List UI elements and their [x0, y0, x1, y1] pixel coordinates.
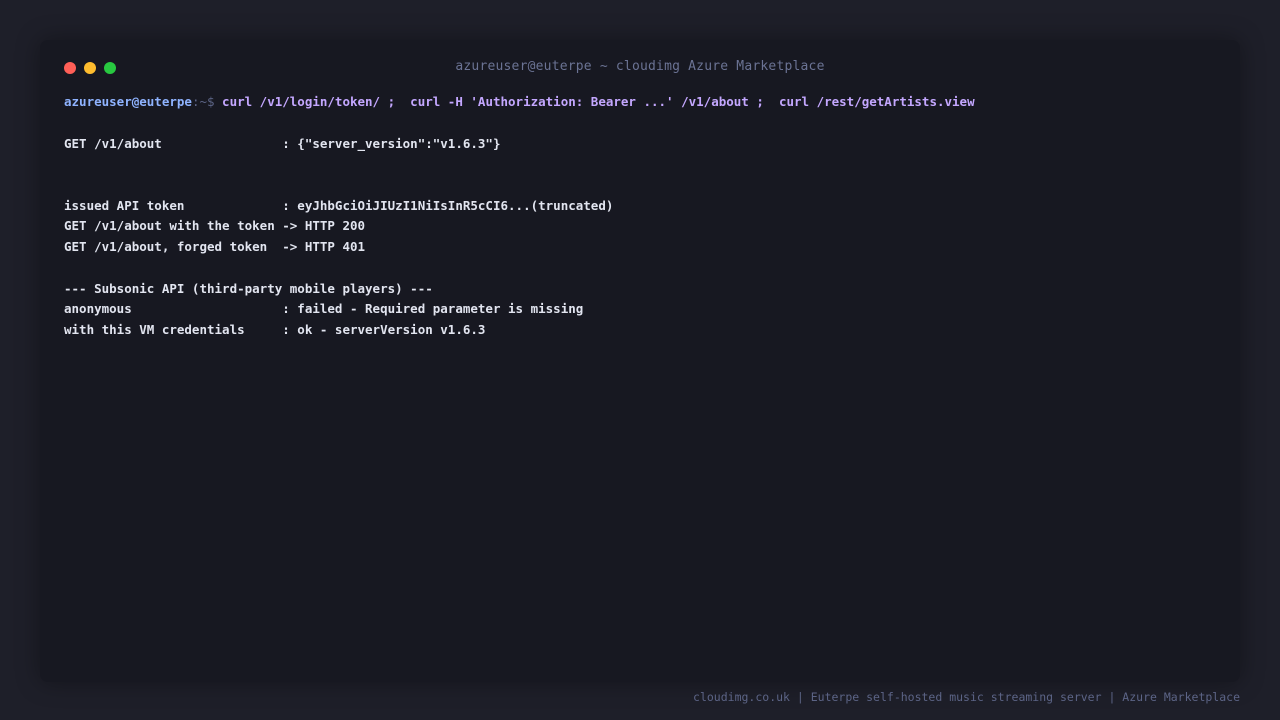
titlebar: azureuser@euterpe ~ cloudimg Azure Marke… [40, 40, 1240, 96]
output-line-token-issued: issued API token : eyJhbGciOiJIUzI1NiIsI… [64, 197, 614, 213]
window-title: azureuser@euterpe ~ cloudimg Azure Marke… [455, 59, 825, 74]
terminal-window: azureuser@euterpe ~ cloudimg Azure Marke… [40, 40, 1240, 682]
output-line-anonymous: anonymous : failed - Required parameter … [64, 301, 584, 317]
terminal-output[interactable]: azureuser@euterpe:~$ curl /v1/login/toke… [64, 92, 1216, 341]
footer-caption: cloudimg.co.uk | Euterpe self-hosted mus… [693, 690, 1240, 704]
output-line-with-credentials: with this VM credentials : ok - serverVe… [64, 321, 486, 337]
output-line-about: GET /v1/about : {"server_version":"v1.6.… [64, 135, 501, 151]
command-prompt-line: azureuser@euterpe:~$ curl /v1/login/toke… [64, 92, 1216, 113]
prompt-command: curl /v1/login/token/ ; curl -H 'Authori… [214, 94, 975, 109]
output-line-about-forged: GET /v1/about, forged token -> HTTP 401 [64, 239, 366, 255]
output-line-subsonic-header: --- Subsonic API (third-party mobile pla… [64, 280, 433, 296]
output-line-about-with-token: GET /v1/about with the token -> HTTP 200 [64, 218, 366, 234]
prompt-path: :~$ [191, 94, 215, 109]
prompt-user: azureuser@euterpe [64, 94, 192, 109]
